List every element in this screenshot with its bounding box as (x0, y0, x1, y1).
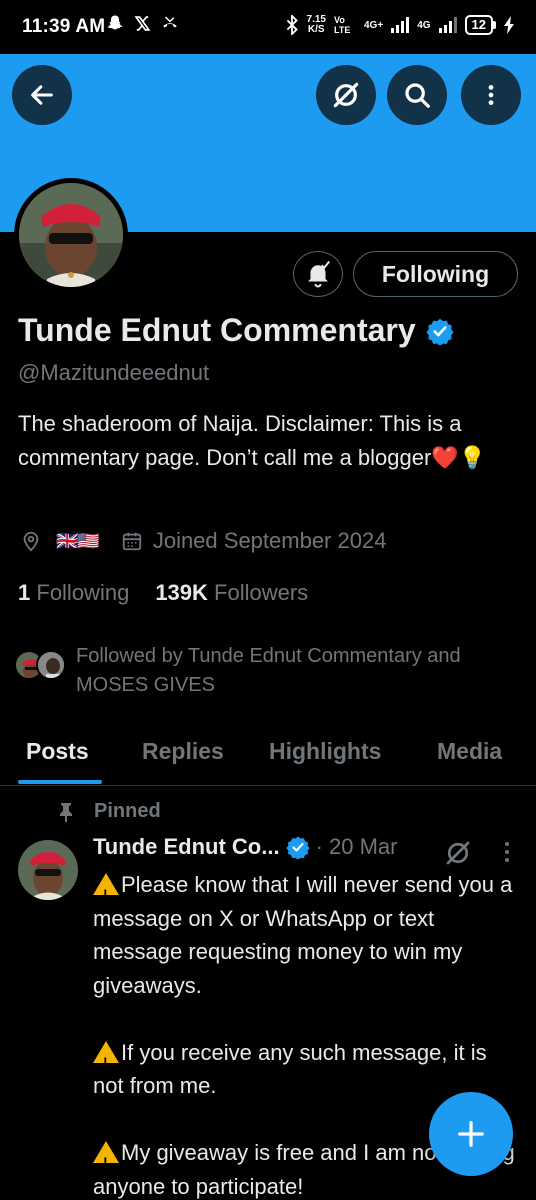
status-time: 11:39 AM (22, 16, 106, 37)
profile-bio: The shaderoom of Naija. Disclaimer: This… (18, 411, 487, 470)
followed-by-text: Followed by Tunde Ednut Commentary and M… (76, 645, 461, 696)
notifications-toggle-button[interactable] (293, 251, 343, 297)
mini-avatar (36, 650, 66, 680)
verified-badge-icon (285, 836, 310, 859)
network-speed: 7.15 K/S (306, 14, 326, 35)
bluetooth-icon (286, 15, 298, 35)
tab-media[interactable]: Media (437, 738, 502, 765)
followers-link[interactable]: 139K Followers (155, 580, 308, 606)
grok-button[interactable] (316, 65, 376, 125)
search-button[interactable] (387, 65, 447, 125)
search-icon (405, 83, 430, 108)
following-button[interactable]: Following (353, 251, 518, 297)
profile-tabs: Posts Replies Highlights Media (0, 728, 536, 786)
tweet-paragraph: Please know that I will never send you a… (93, 868, 523, 1002)
tweet-header: Tunde Ednut Co... · 20 Mar (93, 834, 397, 860)
profile-stats: 1 Following 139K Followers (18, 580, 308, 606)
profile-name-row: Tunde Ednut Commentary (18, 312, 454, 349)
x-icon (134, 15, 151, 31)
tweet-author-avatar[interactable] (18, 840, 78, 900)
warning-icon (93, 1141, 119, 1180)
tab-posts[interactable]: Posts (26, 738, 89, 765)
profile-name: Tunde Ednut Commentary (18, 312, 416, 348)
charging-icon (504, 16, 514, 34)
location-icon (23, 531, 39, 552)
signal-icon-2 (438, 17, 457, 33)
tweet-date: · 20 Mar (315, 834, 398, 859)
warning-icon (93, 873, 119, 912)
pinned-indicator: Pinned (58, 800, 161, 823)
system-icons: 7.15 K/S Vo LTE 4G+ 4G 12 (285, 15, 514, 35)
plus-icon (458, 1121, 484, 1147)
pin-icon (60, 802, 72, 822)
profile-meta: 🇬🇧🇺🇸 Joined September 2024 (20, 528, 386, 554)
followed-by-avatars (14, 650, 72, 690)
verified-badge-icon[interactable] (426, 317, 454, 345)
grok-icon (333, 82, 359, 108)
signal-icon-1 (391, 17, 410, 33)
compose-post-button[interactable] (429, 1092, 513, 1176)
profile-avatar[interactable] (14, 178, 128, 292)
tweet-more-icon[interactable] (497, 838, 517, 866)
calendar-icon (122, 532, 141, 551)
network-type-2: 4G (417, 19, 431, 31)
snapchat-icon (107, 15, 123, 30)
tweet-author-name[interactable]: Tunde Ednut Co... (93, 834, 280, 860)
volte-label: Vo LTE (334, 15, 351, 35)
grok-icon[interactable] (443, 838, 473, 868)
pinned-label: Pinned (94, 800, 161, 822)
bell-check-icon (308, 260, 331, 288)
avatar-image (19, 183, 123, 287)
battery-icon: 12 (464, 15, 496, 35)
status-bar: 11:39 AM 7.15 K/S Vo LTE 4G+ 4G 12 (0, 0, 536, 54)
tab-replies[interactable]: Replies (142, 738, 224, 765)
following-link[interactable]: 1 Following (18, 580, 129, 606)
notification-icons (106, 14, 179, 32)
joined-date: Joined September 2024 (152, 528, 387, 553)
missed-call-icon (163, 16, 177, 28)
followed-by-section[interactable]: Followed by Tunde Ednut Commentary and M… (14, 642, 506, 700)
back-arrow-icon (31, 85, 53, 105)
network-type-1: 4G+ (364, 19, 384, 31)
profile-handle: @Mazitundeeednut (18, 360, 210, 385)
more-options-button[interactable] (461, 65, 521, 125)
back-button[interactable] (12, 65, 72, 125)
active-tab-indicator (18, 780, 102, 784)
more-vertical-icon (488, 85, 494, 105)
warning-icon (93, 1040, 119, 1079)
location-flags: 🇬🇧🇺🇸 (56, 530, 100, 551)
tab-highlights[interactable]: Highlights (269, 738, 381, 765)
tweet-paragraph: If you receive any such message, it is n… (93, 1036, 523, 1103)
